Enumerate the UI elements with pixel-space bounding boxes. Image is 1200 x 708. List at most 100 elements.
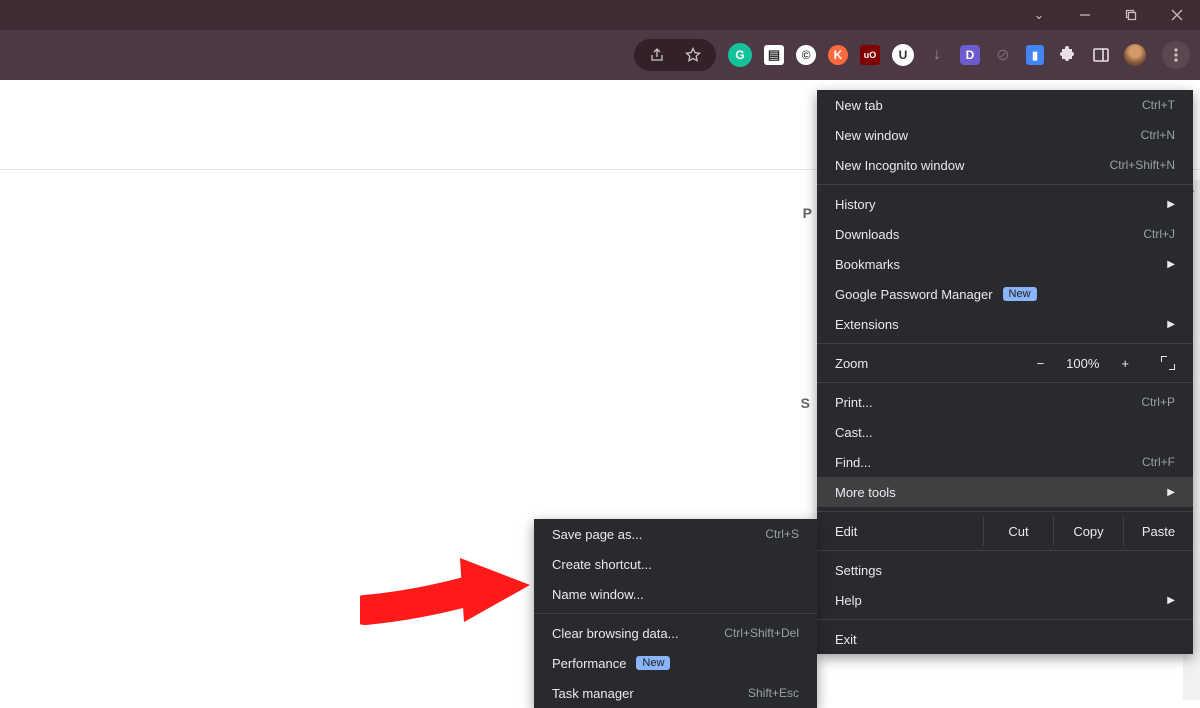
menu-item-password-manager[interactable]: Google Password Manager New: [817, 279, 1193, 309]
menu-label: Edit: [817, 524, 983, 539]
menu-label-text: Google Password Manager: [835, 287, 993, 302]
menu-item-more-tools[interactable]: More tools ▶: [817, 477, 1193, 507]
menu-item-new-window[interactable]: New window Ctrl+N: [817, 120, 1193, 150]
submenu-item-name-window[interactable]: Name window...: [534, 579, 817, 609]
zoom-value: 100%: [1066, 356, 1099, 371]
submenu-arrow-icon: ▶: [1167, 319, 1175, 330]
menu-shortcut: Ctrl+N: [1141, 128, 1175, 142]
extension-docs-icon[interactable]: ▮: [1026, 45, 1044, 65]
menu-shortcut: Ctrl+Shift+Del: [724, 626, 799, 640]
menu-shortcut: Ctrl+Shift+N: [1110, 158, 1175, 172]
edit-copy-button[interactable]: Copy: [1053, 516, 1123, 546]
menu-label: Extensions: [835, 317, 899, 332]
menu-item-help[interactable]: Help ▶: [817, 585, 1193, 615]
extension-krisp-icon[interactable]: K: [828, 45, 848, 65]
page-text-fragment: P: [803, 205, 812, 221]
extensions-row: G ▤ © K uO U ↓ D ⊘ ▮: [728, 41, 1190, 69]
menu-label: Name window...: [552, 587, 644, 602]
menu-label-text: Performance: [552, 656, 626, 671]
submenu-item-performance[interactable]: Performance New: [534, 648, 817, 678]
fullscreen-icon[interactable]: [1161, 356, 1175, 370]
menu-separator: [817, 343, 1193, 344]
menu-label: Settings: [835, 563, 882, 578]
extensions-puzzle-icon[interactable]: [1056, 44, 1078, 66]
submenu-item-clear-browsing-data[interactable]: Clear browsing data... Ctrl+Shift+Del: [534, 618, 817, 648]
submenu-arrow-icon: ▶: [1167, 199, 1175, 210]
chrome-main-menu: New tab Ctrl+T New window Ctrl+N New Inc…: [817, 90, 1193, 654]
submenu-arrow-icon: ▶: [1167, 487, 1175, 498]
submenu-item-task-manager[interactable]: Task manager Shift+Esc: [534, 678, 817, 708]
menu-separator: [817, 382, 1193, 383]
menu-item-new-tab[interactable]: New tab Ctrl+T: [817, 90, 1193, 120]
submenu-item-save-page[interactable]: Save page as... Ctrl+S: [534, 519, 817, 549]
window-titlebar: ⌄: [0, 0, 1200, 30]
more-tools-submenu: Save page as... Ctrl+S Create shortcut..…: [534, 519, 817, 708]
zoom-out-button[interactable]: −: [1037, 356, 1045, 371]
menu-item-history[interactable]: History ▶: [817, 189, 1193, 219]
extension-disabled-icon[interactable]: ⊘: [992, 44, 1014, 66]
menu-label: Downloads: [835, 227, 899, 242]
extension-reader-icon[interactable]: ▤: [764, 45, 784, 65]
download-icon[interactable]: ↓: [926, 44, 948, 66]
submenu-arrow-icon: ▶: [1167, 259, 1175, 270]
share-icon[interactable]: [646, 44, 668, 66]
menu-separator: [534, 613, 817, 614]
menu-item-bookmarks[interactable]: Bookmarks ▶: [817, 249, 1193, 279]
menu-item-edit-row: Edit Cut Copy Paste: [817, 516, 1193, 546]
menu-separator: [817, 550, 1193, 551]
extension-grammarly-icon[interactable]: G: [728, 43, 752, 67]
menu-label: Performance New: [552, 656, 670, 671]
menu-label: History: [835, 197, 875, 212]
menu-label: Exit: [835, 632, 857, 647]
star-icon[interactable]: [682, 44, 704, 66]
side-panel-icon[interactable]: [1090, 44, 1112, 66]
menu-label: More tools: [835, 485, 896, 500]
annotation-arrow-icon: [360, 540, 540, 630]
menu-shortcut: Ctrl+F: [1142, 455, 1175, 469]
titlebar-chevron-down-icon[interactable]: ⌄: [1016, 0, 1062, 30]
menu-separator: [817, 184, 1193, 185]
edit-paste-button[interactable]: Paste: [1123, 516, 1193, 546]
close-button[interactable]: [1154, 0, 1200, 30]
new-badge: New: [636, 656, 670, 670]
minimize-button[interactable]: [1062, 0, 1108, 30]
menu-separator: [817, 619, 1193, 620]
menu-item-exit[interactable]: Exit: [817, 624, 1193, 654]
maximize-button[interactable]: [1108, 0, 1154, 30]
edit-cut-button[interactable]: Cut: [983, 516, 1053, 546]
menu-label: Save page as...: [552, 527, 642, 542]
menu-item-extensions[interactable]: Extensions ▶: [817, 309, 1193, 339]
submenu-arrow-icon: ▶: [1167, 595, 1175, 606]
chrome-menu-button[interactable]: [1162, 41, 1190, 69]
menu-label: Cast...: [835, 425, 873, 440]
menu-shortcut: Ctrl+S: [765, 527, 799, 541]
extension-u-icon[interactable]: U: [892, 44, 914, 66]
address-bar-actions: [634, 39, 716, 71]
menu-label: Print...: [835, 395, 873, 410]
menu-label: Create shortcut...: [552, 557, 652, 572]
menu-label: New window: [835, 128, 908, 143]
page-text-fragment: S: [801, 395, 810, 411]
extension-ublock-icon[interactable]: uO: [860, 45, 880, 65]
menu-shortcut: Ctrl+J: [1143, 227, 1175, 241]
zoom-in-button[interactable]: +: [1121, 356, 1129, 371]
new-badge: New: [1003, 287, 1037, 301]
menu-shortcut: Ctrl+T: [1142, 98, 1175, 112]
menu-item-cast[interactable]: Cast...: [817, 417, 1193, 447]
menu-item-find[interactable]: Find... Ctrl+F: [817, 447, 1193, 477]
menu-label: Zoom: [835, 356, 868, 371]
extension-copyright-icon[interactable]: ©: [796, 45, 816, 65]
menu-item-settings[interactable]: Settings: [817, 555, 1193, 585]
browser-toolbar: G ▤ © K uO U ↓ D ⊘ ▮: [0, 30, 1200, 80]
submenu-item-create-shortcut[interactable]: Create shortcut...: [534, 549, 817, 579]
menu-item-new-incognito[interactable]: New Incognito window Ctrl+Shift+N: [817, 150, 1193, 180]
menu-item-downloads[interactable]: Downloads Ctrl+J: [817, 219, 1193, 249]
zoom-controls: − 100% +: [1037, 356, 1175, 371]
menu-shortcut: Ctrl+P: [1141, 395, 1175, 409]
extension-d-icon[interactable]: D: [960, 45, 980, 65]
menu-item-print[interactable]: Print... Ctrl+P: [817, 387, 1193, 417]
menu-shortcut: Shift+Esc: [748, 686, 799, 700]
menu-separator: [817, 511, 1193, 512]
menu-label: Find...: [835, 455, 871, 470]
profile-avatar[interactable]: [1124, 44, 1146, 66]
